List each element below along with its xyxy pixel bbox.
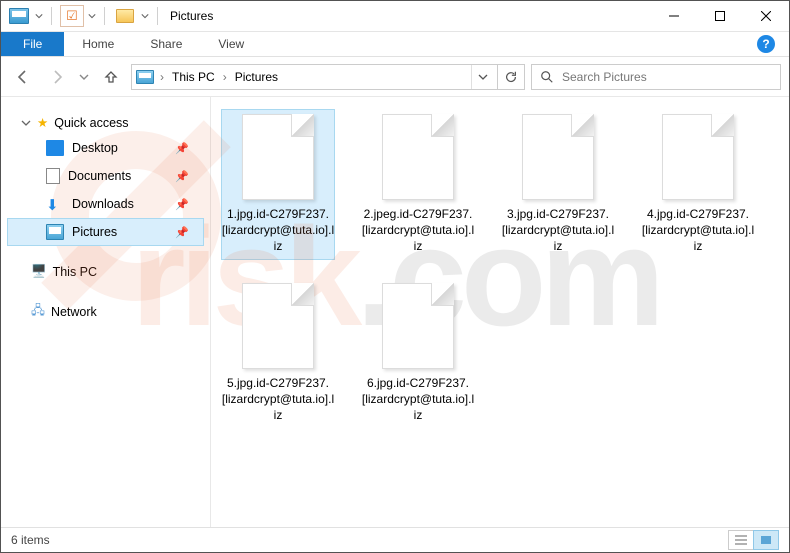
sidebar-item-documents[interactable]: Documents 📌 xyxy=(7,162,204,190)
sidebar-item-pictures[interactable]: Pictures 📌 xyxy=(7,218,204,246)
forward-button[interactable] xyxy=(43,63,71,91)
file-item[interactable]: 6.jpg.id-C279F237.[lizardcrypt@tuta.io].… xyxy=(361,278,475,429)
pin-icon: 📌 xyxy=(175,198,189,211)
tab-share[interactable]: Share xyxy=(132,32,200,56)
file-icon xyxy=(662,114,734,200)
file-icon xyxy=(522,114,594,200)
file-name: 2.jpeg.id-C279F237.[lizardcrypt@tuta.io]… xyxy=(361,206,475,255)
file-icon xyxy=(242,114,314,200)
chevron-down-icon[interactable] xyxy=(35,12,43,20)
tab-file[interactable]: File xyxy=(1,32,64,56)
sidebar: ★ Quick access Desktop 📌 Documents 📌 ⬇ Downlo… xyxy=(1,97,211,527)
file-item[interactable]: 5.jpg.id-C279F237.[lizardcrypt@tuta.io].… xyxy=(221,278,335,429)
chevron-down-icon xyxy=(21,118,31,128)
view-large-icons-button[interactable] xyxy=(753,530,779,550)
address-bar[interactable]: › This PC › Pictures xyxy=(131,64,498,90)
back-button[interactable] xyxy=(9,63,37,91)
up-button[interactable] xyxy=(97,63,125,91)
file-name: 6.jpg.id-C279F237.[lizardcrypt@tuta.io].… xyxy=(361,375,475,424)
tab-view[interactable]: View xyxy=(200,32,262,56)
window-title: Pictures xyxy=(170,9,213,23)
sidebar-item-desktop[interactable]: Desktop 📌 xyxy=(7,134,204,162)
sidebar-item-label: Documents xyxy=(68,169,131,183)
minimize-button[interactable] xyxy=(651,1,697,31)
sidebar-this-pc[interactable]: 🖥️ This PC xyxy=(7,260,204,283)
sidebar-item-label: Downloads xyxy=(72,197,134,211)
search-icon xyxy=(540,70,554,84)
file-item[interactable]: 3.jpg.id-C279F237.[lizardcrypt@tuta.io].… xyxy=(501,109,615,260)
folder-icon xyxy=(113,5,137,27)
ribbon-tabs: File Home Share View ? xyxy=(1,32,789,57)
sidebar-item-label: Desktop xyxy=(72,141,118,155)
network-icon: 🖧 xyxy=(31,301,45,322)
file-icon xyxy=(242,283,314,369)
file-icon xyxy=(382,114,454,200)
sidebar-label: Network xyxy=(51,305,97,319)
sidebar-quick-access[interactable]: ★ Quick access xyxy=(7,111,204,134)
sidebar-network[interactable]: 🖧 Network xyxy=(7,297,204,326)
file-name: 1.jpg.id-C279F237.[lizardcrypt@tuta.io].… xyxy=(221,206,335,255)
file-item[interactable]: 2.jpeg.id-C279F237.[lizardcrypt@tuta.io]… xyxy=(361,109,475,260)
breadcrumb-root[interactable]: This PC xyxy=(170,70,217,84)
recent-button[interactable] xyxy=(77,63,91,91)
breadcrumb-current[interactable]: Pictures xyxy=(233,70,280,84)
search-box[interactable]: Search Pictures xyxy=(531,64,781,90)
pin-icon: 📌 xyxy=(175,226,189,239)
qat-properties[interactable]: ☑ xyxy=(60,5,84,27)
navbar: › This PC › Pictures Search Pictures xyxy=(1,57,789,97)
file-item[interactable]: 1.jpg.id-C279F237.[lizardcrypt@tuta.io].… xyxy=(221,109,335,260)
pictures-icon xyxy=(46,224,64,240)
desktop-icon xyxy=(46,140,64,156)
download-icon: ⬇ xyxy=(46,196,64,212)
sidebar-item-label: Pictures xyxy=(72,225,117,239)
refresh-button[interactable] xyxy=(497,64,525,90)
view-details-button[interactable] xyxy=(728,530,754,550)
close-button[interactable] xyxy=(743,1,789,31)
app-icon[interactable] xyxy=(7,5,31,27)
pictures-icon xyxy=(136,70,154,84)
statusbar: 6 items xyxy=(1,527,789,552)
sidebar-item-downloads[interactable]: ⬇ Downloads 📌 xyxy=(7,190,204,218)
document-icon xyxy=(46,168,60,184)
chevron-right-icon[interactable]: › xyxy=(221,70,229,84)
titlebar: ☑ Pictures xyxy=(1,1,789,32)
maximize-button[interactable] xyxy=(697,1,743,31)
file-name: 5.jpg.id-C279F237.[lizardcrypt@tuta.io].… xyxy=(221,375,335,424)
chevron-down-icon[interactable] xyxy=(88,12,96,20)
pin-icon: 📌 xyxy=(175,170,189,183)
sidebar-label: This PC xyxy=(53,265,97,279)
file-name: 3.jpg.id-C279F237.[lizardcrypt@tuta.io].… xyxy=(501,206,615,255)
sidebar-label: Quick access xyxy=(54,116,128,130)
file-icon xyxy=(382,283,454,369)
pc-icon: 🖥️ xyxy=(31,264,47,279)
search-placeholder: Search Pictures xyxy=(562,70,647,84)
file-item[interactable]: 4.jpg.id-C279F237.[lizardcrypt@tuta.io].… xyxy=(641,109,755,260)
help-button[interactable]: ? xyxy=(757,32,775,56)
star-icon: ★ xyxy=(37,115,48,130)
file-name: 4.jpg.id-C279F237.[lizardcrypt@tuta.io].… xyxy=(641,206,755,255)
status-text: 6 items xyxy=(11,533,50,547)
file-view[interactable]: 1.jpg.id-C279F237.[lizardcrypt@tuta.io].… xyxy=(211,97,789,527)
address-dropdown[interactable] xyxy=(471,65,493,89)
chevron-right-icon[interactable]: › xyxy=(158,70,166,84)
tab-home[interactable]: Home xyxy=(64,32,132,56)
chevron-down-icon[interactable] xyxy=(141,12,149,20)
pin-icon: 📌 xyxy=(175,142,189,155)
